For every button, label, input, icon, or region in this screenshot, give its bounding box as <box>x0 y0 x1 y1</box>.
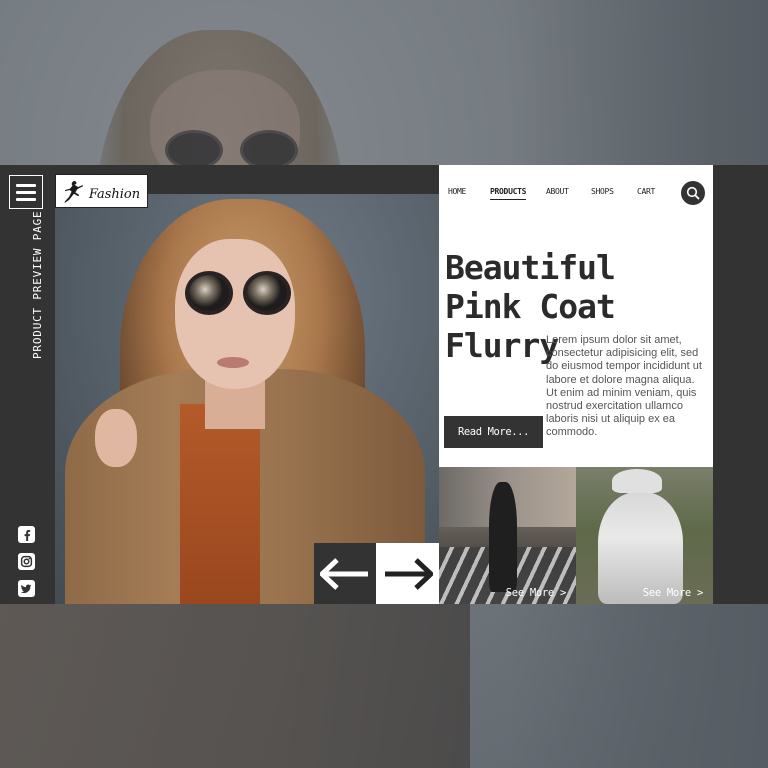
read-more-button[interactable]: Read More... <box>444 416 543 448</box>
hero-sunglass-right <box>243 271 291 315</box>
social-links <box>18 526 35 597</box>
logo-text: Fashion <box>88 186 141 202</box>
arrow-right-icon[interactable] <box>376 543 439 604</box>
product-description: Lorem ipsum dolor sit amet, consectetur … <box>546 334 702 439</box>
product-tile-2[interactable]: See More > <box>576 467 713 604</box>
title-line-1: Beautiful <box>445 248 616 287</box>
hero-lips <box>217 357 249 368</box>
facebook-icon[interactable] <box>18 526 35 543</box>
arrow-left-icon[interactable] <box>314 543 376 604</box>
brand-logo[interactable]: Fashion <box>55 174 148 208</box>
nav-about[interactable]: ABOUT <box>546 187 569 196</box>
right-strip <box>713 165 768 604</box>
nav-products[interactable]: PRODUCTS <box>490 187 526 200</box>
dancer-logo-icon <box>64 181 83 203</box>
hero-sunglass-left <box>185 271 233 315</box>
search-icon[interactable] <box>681 181 705 205</box>
nav-shops[interactable]: SHOPS <box>591 187 614 196</box>
nav-home[interactable]: HOME <box>448 187 466 196</box>
nav-cart[interactable]: CART <box>637 187 655 196</box>
see-more-link[interactable]: See More > <box>643 587 704 599</box>
page-label: PRODUCT PREVIEW PAGE <box>31 210 44 359</box>
carousel-arrows <box>314 543 439 604</box>
product-preview-card: PRODUCT PREVIEW PAGE Fashion HOME PRODUC… <box>0 165 768 604</box>
twitter-icon[interactable] <box>18 580 35 597</box>
title-line-2: Pink Coat <box>445 287 616 326</box>
top-nav: HOME PRODUCTS ABOUT SHOPS CART <box>439 165 713 220</box>
instagram-icon[interactable] <box>18 553 35 570</box>
product-tile-1[interactable]: See More > <box>439 467 576 604</box>
hamburger-menu-icon[interactable] <box>9 175 43 209</box>
hero-hand <box>95 409 137 467</box>
see-more-link[interactable]: See More > <box>506 587 567 599</box>
tile-hat <box>612 469 662 493</box>
hero-sweater <box>180 404 260 604</box>
left-sidebar: PRODUCT PREVIEW PAGE <box>0 165 55 604</box>
tile-person <box>489 482 517 592</box>
product-info-panel: HOME PRODUCTS ABOUT SHOPS CART Beautiful… <box>439 165 713 467</box>
